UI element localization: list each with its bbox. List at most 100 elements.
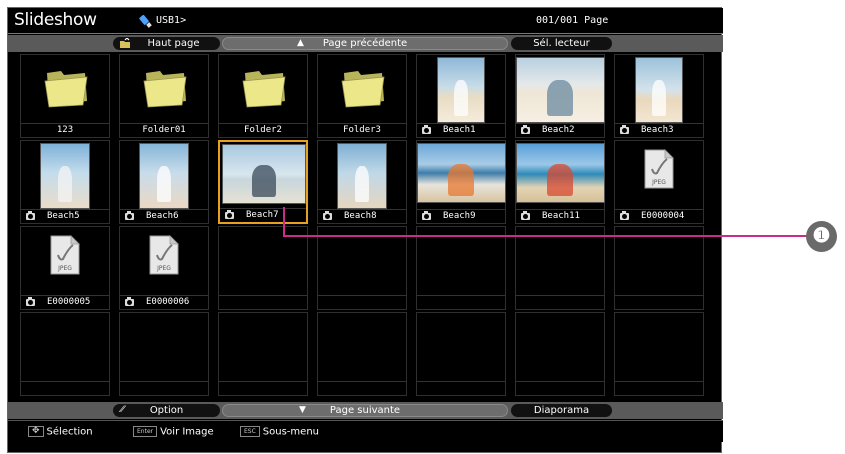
image-tile[interactable]: Beach1 (416, 54, 506, 138)
tile-label: E0000004 (641, 211, 685, 221)
next-page-label: Page suivante (329, 405, 401, 416)
image-tile[interactable]: JPEG E0000005 (20, 226, 110, 310)
image-tile[interactable]: Beach6 (119, 140, 209, 224)
callout-marker-1: ❶ (806, 221, 837, 252)
app-title: Slideshow (14, 10, 97, 30)
folder-up-icon (120, 38, 130, 48)
image-tile[interactable]: Beach3 (614, 54, 704, 138)
image-tile[interactable]: Beach7 (218, 140, 308, 224)
bottom-navigation-bar: ⁄⁄ Option ▼ Page suivante Diaporama (8, 402, 723, 419)
title-divider (8, 33, 723, 34)
image-tile[interactable]: Beach8 (317, 140, 407, 224)
thumbnail-figure (546, 80, 574, 116)
tile-divider (516, 295, 604, 296)
thumbnail-figure (156, 166, 172, 202)
callout-line-horizontal (283, 235, 810, 237)
image-thumbnail (437, 57, 485, 123)
thumbnail-figure (251, 165, 277, 198)
option-button[interactable]: ⁄⁄ Option (113, 404, 220, 417)
slideshow-screen: Slideshow USB1> 001/001 Page Haut page ▲… (7, 7, 723, 453)
empty-tile (515, 226, 605, 310)
tile-label: Folder2 (244, 125, 282, 135)
empty-tile (515, 312, 605, 396)
jpeg-file-icon: JPEG (644, 149, 674, 189)
drive-path-label: USB1> (156, 15, 187, 26)
folder-tile[interactable]: Folder01 (119, 54, 209, 138)
empty-tile (20, 312, 110, 396)
esc-key-icon: ESC (240, 426, 260, 437)
tile-label: Beach11 (542, 211, 580, 221)
image-thumbnail (139, 143, 189, 209)
tile-divider (615, 381, 703, 382)
image-tile[interactable]: JPEG E0000006 (119, 226, 209, 310)
home-page-label: Haut page (147, 38, 200, 49)
folder-tile[interactable]: 123 (20, 54, 110, 138)
esc-hint-label: Sous-menu (262, 426, 319, 438)
jpeg-icon-text: JPEG (57, 265, 72, 272)
thumbnail-figure (354, 166, 370, 202)
image-thumbnail (515, 143, 605, 203)
tile-divider (120, 381, 208, 382)
tile-label: Beach3 (641, 125, 674, 135)
tile-divider (615, 295, 703, 296)
image-thumbnail (40, 143, 90, 209)
thumbnail-figure (454, 80, 468, 116)
tile-divider (219, 381, 307, 382)
esc-hint: ESC Sous-menu (240, 426, 319, 438)
slideshow-label: Diaporama (533, 405, 590, 416)
tile-divider (21, 381, 109, 382)
image-tile[interactable]: Beach2 (515, 54, 605, 138)
folder-icon (242, 71, 286, 108)
tile-divider (219, 295, 307, 296)
image-tile[interactable]: JPEG E0000004 (614, 140, 704, 224)
image-thumbnail (515, 57, 605, 123)
tile-label: Folder01 (142, 125, 186, 135)
next-page-button[interactable]: ▼ Page suivante (222, 404, 508, 417)
file-grid: 123 Folder01 Folder2 Folder3 Beach1 Beach2 Bea… (20, 54, 720, 400)
triangle-down-icon: ▼ (299, 405, 306, 415)
thumbnail-figure (57, 166, 73, 202)
tile-label: Beach8 (344, 211, 377, 221)
home-page-button[interactable]: Haut page (113, 37, 220, 50)
tile-label: E0000005 (47, 297, 91, 307)
tile-divider (318, 295, 406, 296)
select-drive-button[interactable]: Sél. lecteur (511, 37, 612, 50)
tile-label: Folder3 (343, 125, 381, 135)
image-thumbnail (416, 143, 506, 203)
title-bar: Slideshow USB1> 001/001 Page (8, 8, 723, 34)
enter-hint-label: Voir Image (160, 426, 214, 438)
slideshow-button[interactable]: Diaporama (511, 404, 612, 417)
empty-tile (317, 312, 407, 396)
image-tile[interactable]: Beach9 (416, 140, 506, 224)
tile-divider (516, 381, 604, 382)
tools-icon: ⁄⁄ (121, 405, 125, 415)
thumbnail-figure (546, 164, 574, 197)
empty-tile (218, 226, 308, 310)
tile-divider (417, 381, 505, 382)
empty-tile (317, 226, 407, 310)
enter-key-icon: Enter (133, 426, 158, 437)
folder-tile[interactable]: Folder2 (218, 54, 308, 138)
empty-tile (614, 226, 704, 310)
tile-label: Beach9 (443, 211, 476, 221)
jpeg-file-icon: JPEG (149, 235, 179, 275)
select-hint-label: Sélection (46, 426, 93, 438)
key-hint-bar: ✥ Sélection Enter Voir Image ESC Sous-menu (8, 420, 723, 442)
usb-drive-icon (139, 14, 152, 28)
empty-tile (614, 312, 704, 396)
folder-tile[interactable]: Folder3 (317, 54, 407, 138)
previous-page-button[interactable]: ▲ Page précédente (222, 37, 508, 50)
tile-divider (318, 381, 406, 382)
image-thumbnail (337, 143, 387, 209)
tile-label: Beach2 (542, 125, 575, 135)
option-label: Option (149, 405, 184, 416)
folder-icon (44, 71, 88, 108)
select-hint: ✥ Sélection (28, 426, 93, 438)
folder-icon (143, 71, 187, 108)
image-thumbnail (222, 144, 306, 204)
tile-label: Beach1 (443, 125, 476, 135)
image-tile[interactable]: Beach11 (515, 140, 605, 224)
image-tile[interactable]: Beach5 (20, 140, 110, 224)
tile-label: Beach5 (47, 211, 80, 221)
page-counter: 001/001 Page (536, 15, 609, 26)
